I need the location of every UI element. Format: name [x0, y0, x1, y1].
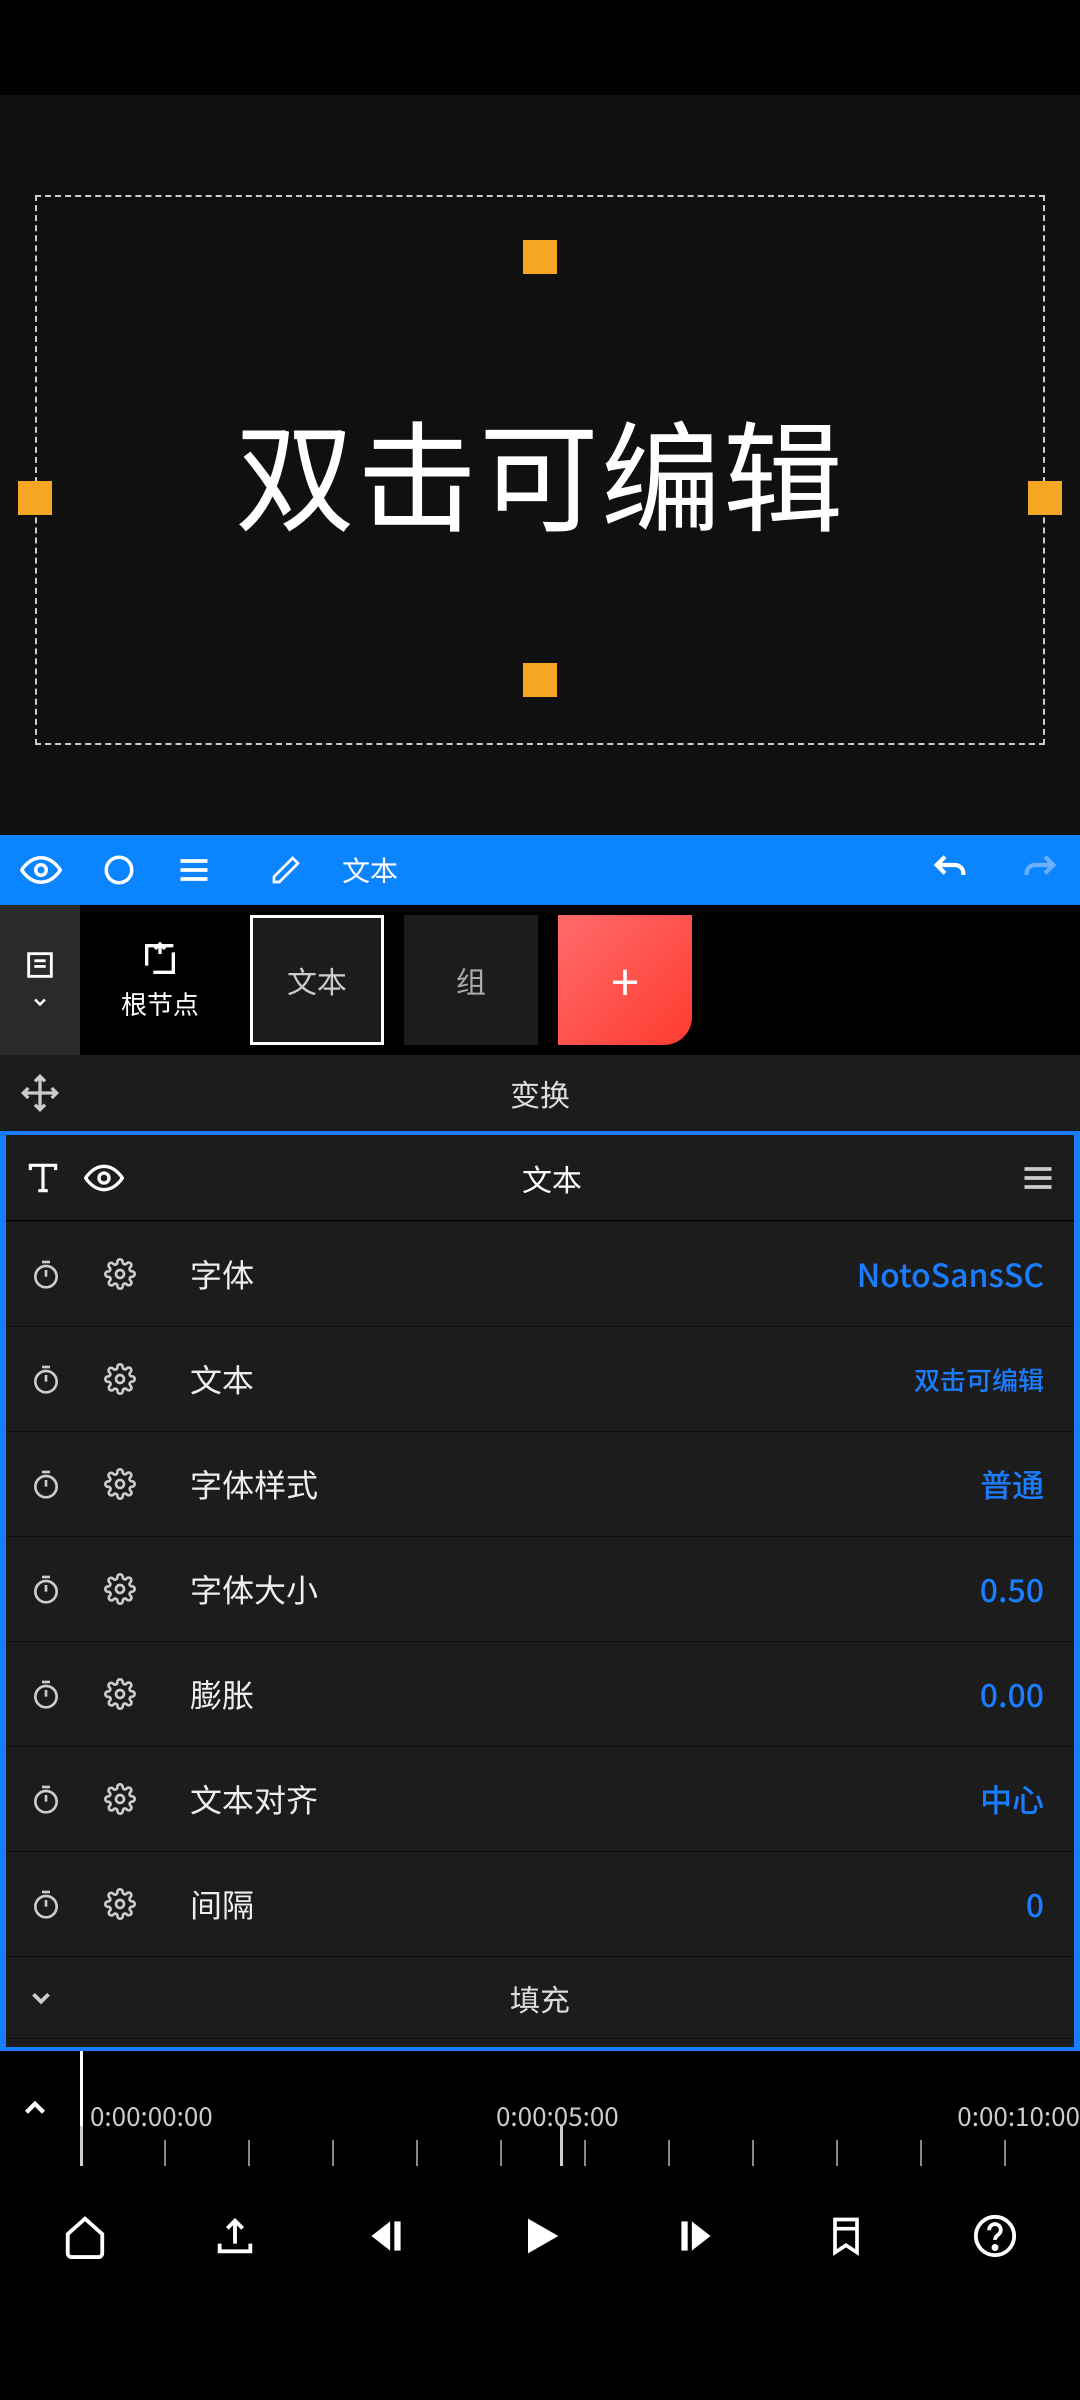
collapse-up-icon[interactable] [18, 2091, 52, 2125]
prop-value-dilate[interactable]: 0.00 [980, 1671, 1044, 1717]
redo-icon[interactable] [1020, 850, 1060, 890]
toolbar-object-label: 文本 [342, 850, 398, 890]
section-edge-label: 边距 [514, 2040, 566, 2051]
prop-label: 字体样式 [190, 1461, 318, 1507]
stopwatch-icon[interactable] [24, 1258, 68, 1290]
prop-value-font[interactable]: NotoSansSC [857, 1251, 1044, 1297]
chevron-down-icon [26, 1983, 56, 2013]
prop-value-size[interactable]: 0.50 [980, 1566, 1044, 1612]
gear-icon[interactable] [98, 1678, 142, 1710]
step-forward-icon[interactable] [671, 2211, 721, 2261]
undo-icon[interactable] [930, 850, 970, 890]
bottom-bar [0, 2166, 1080, 2306]
prop-label: 膨胀 [190, 1671, 254, 1717]
section-fill[interactable]: 填充 [6, 1956, 1074, 2038]
bookmark-icon[interactable] [824, 2214, 868, 2258]
prop-value-align[interactable]: 中心 [980, 1776, 1044, 1822]
add-node-button[interactable]: + [558, 915, 692, 1045]
prop-row-style: 字体样式 普通 [6, 1431, 1074, 1536]
stopwatch-icon[interactable] [24, 1573, 68, 1605]
timeline-ticks [80, 2140, 1080, 2166]
prop-label: 文本 [190, 1356, 254, 1402]
edit-icon[interactable] [270, 854, 302, 886]
properties-header: 文本 [6, 1135, 1074, 1221]
stopwatch-icon[interactable] [24, 1363, 68, 1395]
prop-row-align: 文本对齐 中心 [6, 1746, 1074, 1851]
resize-handle-left[interactable] [18, 481, 52, 515]
section-fill-label: 填充 [510, 1976, 570, 2020]
hierarchy-group-node[interactable]: 组 [404, 915, 538, 1045]
gear-icon[interactable] [98, 1258, 142, 1290]
step-back-icon[interactable] [361, 2211, 411, 2261]
record-icon[interactable] [102, 853, 136, 887]
timeline-major-tick [560, 2126, 563, 2166]
prop-label: 文本对齐 [190, 1776, 318, 1822]
resize-handle-top[interactable] [523, 240, 557, 274]
panel-menu-icon[interactable] [1020, 1160, 1056, 1196]
section-edge[interactable]: 边距 [6, 2038, 1074, 2051]
export-icon[interactable] [212, 2213, 258, 2259]
visibility-icon[interactable] [20, 849, 62, 891]
stopwatch-icon[interactable] [24, 1783, 68, 1815]
prop-row-font: 字体 NotoSansSC [6, 1221, 1074, 1326]
stopwatch-icon[interactable] [24, 1468, 68, 1500]
menu-icon[interactable] [176, 852, 212, 888]
prop-row-size: 字体大小 0.50 [6, 1536, 1074, 1641]
gear-icon[interactable] [98, 1783, 142, 1815]
help-icon[interactable] [972, 2213, 1018, 2259]
properties-title: 文本 [106, 1156, 998, 1200]
prop-value-style[interactable]: 普通 [980, 1461, 1044, 1507]
timeline[interactable]: 0:00:00:00 0:00:05:00 0:00:10:00 [0, 2051, 1080, 2166]
timecode-5: 0:00:05:00 [496, 2097, 619, 2134]
stopwatch-icon[interactable] [24, 1678, 68, 1710]
stopwatch-icon[interactable] [24, 1888, 68, 1920]
canvas-text-object[interactable]: 双击可编辑 [235, 383, 845, 557]
hierarchy-root-button[interactable]: 根节点 [80, 905, 240, 1055]
transform-section[interactable]: 变换 [0, 1055, 1080, 1131]
prop-row-text: 文本 双击可编辑 [6, 1326, 1074, 1431]
hierarchy-root-label: 根节点 [121, 985, 199, 1022]
timecode-10: 0:00:10:00 [957, 2097, 1080, 2134]
hierarchy-text-node[interactable]: 文本 [250, 915, 384, 1045]
prop-label: 字体大小 [190, 1566, 318, 1612]
gear-icon[interactable] [98, 1468, 142, 1500]
prop-value-spacing[interactable]: 0 [1026, 1881, 1044, 1927]
toolbar: 文本 [0, 835, 1080, 905]
timecode-0: 0:00:00:00 [90, 2097, 213, 2134]
gear-icon[interactable] [98, 1573, 142, 1605]
prop-value-text[interactable]: 双击可编辑 [914, 1361, 1044, 1398]
home-icon[interactable] [62, 2213, 108, 2259]
canvas-area[interactable]: 双击可编辑 [0, 95, 1080, 835]
prop-label: 间隔 [190, 1881, 254, 1927]
play-icon[interactable] [515, 2210, 567, 2262]
properties-panel: 文本 字体 NotoSansSC 文本 双击可编辑 字体样式 普通 字体大小 0… [0, 1131, 1080, 2051]
prop-row-dilate: 膨胀 0.00 [6, 1641, 1074, 1746]
prop-label: 字体 [190, 1251, 254, 1297]
gear-icon[interactable] [98, 1363, 142, 1395]
resize-handle-right[interactable] [1028, 481, 1062, 515]
hierarchy-bar: 根节点 文本 组 + [0, 905, 1080, 1055]
timeline-major-tick [80, 2126, 83, 2166]
hierarchy-side-toggle[interactable] [0, 905, 80, 1055]
prop-row-spacing: 间隔 0 [6, 1851, 1074, 1956]
status-bar-gap [0, 0, 1080, 95]
text-type-icon [24, 1159, 62, 1197]
transform-title: 变换 [0, 1071, 1080, 1115]
resize-handle-bottom[interactable] [523, 663, 557, 697]
gear-icon[interactable] [98, 1888, 142, 1920]
